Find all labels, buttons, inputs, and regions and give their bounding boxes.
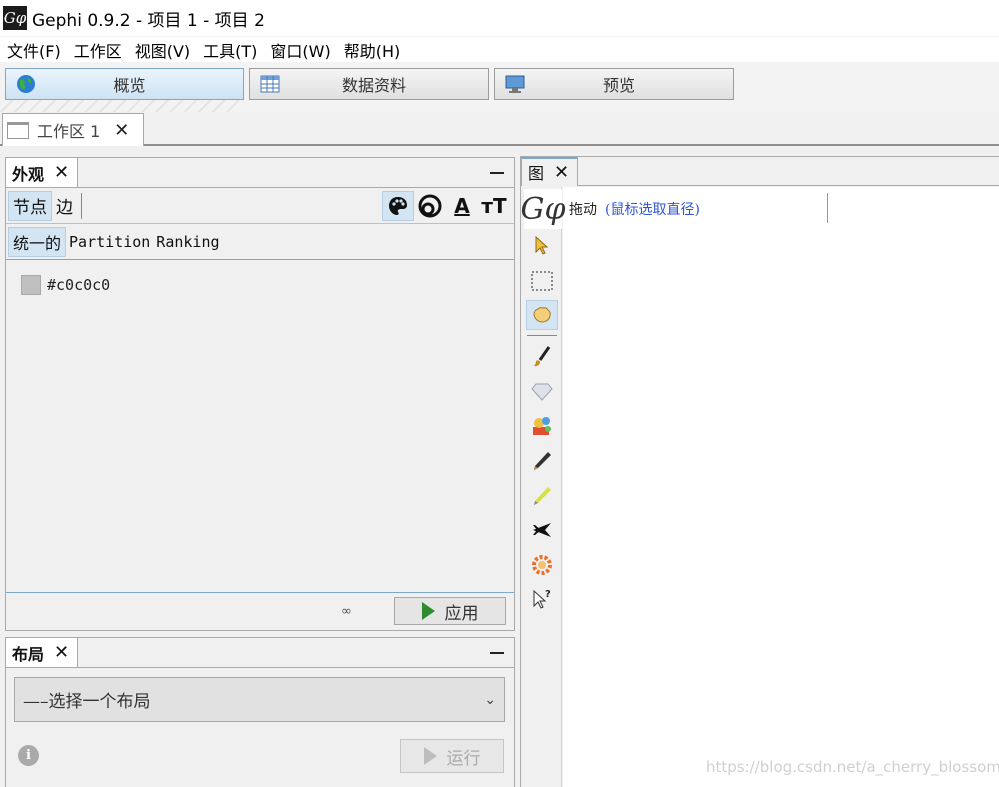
- monitor-icon: [505, 75, 525, 93]
- color-swatch[interactable]: [21, 275, 41, 295]
- graph-panel-header: 图 ✕: [521, 156, 999, 186]
- menu-tools[interactable]: 工具(T): [196, 38, 263, 62]
- watermark: https://blog.csdn.net/a_cherry_blossoms: [706, 758, 999, 776]
- mode-data-laboratory-label: 数据资料: [341, 76, 406, 95]
- menu-bar: 文件(F) 工作区 视图(V) 工具(T) 窗口(W) 帮助(H): [0, 36, 999, 62]
- appearance-panel-header: 外观 ✕: [6, 158, 514, 188]
- gephi-logo-icon: Gφ: [521, 189, 566, 229]
- play-icon: [423, 747, 437, 765]
- brush-icon[interactable]: [526, 342, 558, 372]
- chevron-down-icon: ⌄: [484, 691, 496, 708]
- layout-panel: 布局 ✕ —–选择一个布局 ⌄ i 运行: [5, 637, 515, 787]
- gephi-logo-icon: Gφ: [3, 6, 27, 30]
- workspace-tab-label: 工作区 1: [37, 122, 101, 141]
- graph-top-toolbar: 拖动 (鼠标选取直径): [563, 187, 999, 230]
- info-icon[interactable]: i: [18, 745, 39, 766]
- palette-icon: [389, 197, 407, 215]
- graph-tab[interactable]: 图 ✕: [521, 156, 579, 186]
- top-toolbar-separator: [827, 193, 828, 223]
- tab-unique[interactable]: 统一的: [8, 226, 67, 257]
- layout-tab-label: 布局: [12, 644, 45, 664]
- mode-bar: 概览 数据资料 预览: [0, 62, 999, 112]
- apply-button-label: 应用: [444, 603, 479, 624]
- menu-file[interactable]: 文件(F): [0, 38, 67, 62]
- color-value: #c0c0c0: [47, 276, 111, 294]
- menu-workspace[interactable]: 工作区: [67, 38, 128, 62]
- pencil-icon[interactable]: [526, 446, 558, 476]
- appearance-tab[interactable]: 外观 ✕: [6, 158, 79, 187]
- mode-preview-button[interactable]: 预览: [494, 68, 734, 100]
- table-icon: [260, 75, 280, 93]
- unique-color-row: #c0c0c0: [21, 275, 110, 295]
- mode-data-laboratory-button[interactable]: 数据资料: [249, 68, 489, 100]
- layout-select[interactable]: —–选择一个布局 ⌄: [14, 677, 505, 722]
- appearance-minimize-icon[interactable]: [490, 171, 504, 174]
- drag-mode-label: 拖动: [569, 201, 597, 218]
- graph-canvas[interactable]: [563, 230, 999, 787]
- drag-hand-icon[interactable]: [526, 300, 558, 330]
- svg-text:?: ?: [545, 589, 551, 600]
- tab-ranking[interactable]: Ranking: [153, 227, 222, 257]
- color-palette-icon[interactable]: [382, 191, 414, 221]
- label-size-icon[interactable]: тT: [478, 191, 510, 221]
- size-rings-icon: [418, 194, 442, 218]
- plane-icon[interactable]: [526, 515, 558, 545]
- workspace-tab-close-icon[interactable]: ✕: [114, 120, 129, 141]
- appearance-mode-tabs: 统一的 Partition Ranking: [6, 224, 514, 260]
- appearance-panel: 外观 ✕ 节点 边 A тT 统一的 Partition Ranking #c0…: [5, 157, 515, 631]
- appearance-tab-label: 外观: [12, 164, 45, 184]
- globe-icon: [17, 75, 35, 93]
- run-button-label: 运行: [446, 748, 481, 769]
- mode-preview-label: 预览: [602, 76, 635, 95]
- play-icon: [421, 602, 435, 620]
- label-color-icon[interactable]: A: [446, 191, 478, 221]
- workspace-tab-bar: 工作区 1 ✕: [0, 112, 999, 146]
- layout-select-value: —–选择一个布局: [23, 692, 151, 712]
- graph-tab-label: 图: [528, 164, 545, 183]
- layout-minimize-icon[interactable]: [490, 651, 504, 654]
- appearance-close-icon[interactable]: ✕: [54, 162, 69, 183]
- graph-close-icon[interactable]: ✕: [554, 162, 569, 183]
- layout-panel-header: 布局 ✕: [6, 638, 514, 668]
- rect-select-icon[interactable]: [526, 266, 558, 296]
- mode-overview-button[interactable]: 概览: [5, 68, 244, 100]
- pointer-icon[interactable]: [526, 231, 558, 261]
- window-titlebar: Gφ Gephi 0.9.2 - 项目 1 - 项目 2: [0, 0, 999, 36]
- window-title: Gephi 0.9.2 - 项目 1 - 项目 2: [32, 10, 265, 31]
- highlighter-icon[interactable]: [526, 481, 558, 511]
- appearance-tool-icons: A тT: [382, 191, 510, 221]
- flower-icon[interactable]: [526, 550, 558, 580]
- apply-button[interactable]: 应用: [394, 597, 506, 625]
- workspace-icon: [7, 121, 29, 139]
- menu-window[interactable]: 窗口(W): [263, 38, 336, 62]
- workspace-tab[interactable]: 工作区 1 ✕: [2, 113, 144, 146]
- painter-icon[interactable]: [526, 411, 558, 441]
- drag-mode-hint: (鼠标选取直径): [605, 201, 700, 218]
- graph-panel: 图 ✕ 拖动 (鼠标选取直径) Gφ ?: [520, 156, 999, 787]
- appearance-toolbar: 节点 边 A тT: [6, 188, 514, 224]
- menu-view[interactable]: 视图(V): [128, 38, 196, 62]
- layout-tab[interactable]: 布局 ✕: [6, 638, 79, 667]
- mode-overview-label: 概览: [113, 76, 146, 95]
- toolbar-separator: [81, 192, 82, 219]
- help-pointer-icon[interactable]: ?: [526, 584, 558, 614]
- mode-bar-decoration: [0, 100, 240, 112]
- run-button[interactable]: 运行: [400, 739, 504, 773]
- auto-apply-chain-icon[interactable]: ∞: [341, 604, 352, 619]
- diamond-icon[interactable]: [526, 377, 558, 407]
- layout-close-icon[interactable]: ✕: [54, 642, 69, 663]
- menu-help[interactable]: 帮助(H): [337, 38, 407, 62]
- nodes-toggle[interactable]: 节点: [8, 190, 52, 221]
- graph-tools-sidebar: Gφ ?: [521, 187, 566, 787]
- edges-toggle[interactable]: 边: [52, 191, 77, 221]
- tools-separator: [527, 335, 557, 336]
- tab-partition[interactable]: Partition: [66, 227, 153, 257]
- size-icon[interactable]: [414, 191, 446, 221]
- apply-bar: ∞ 应用: [6, 592, 514, 630]
